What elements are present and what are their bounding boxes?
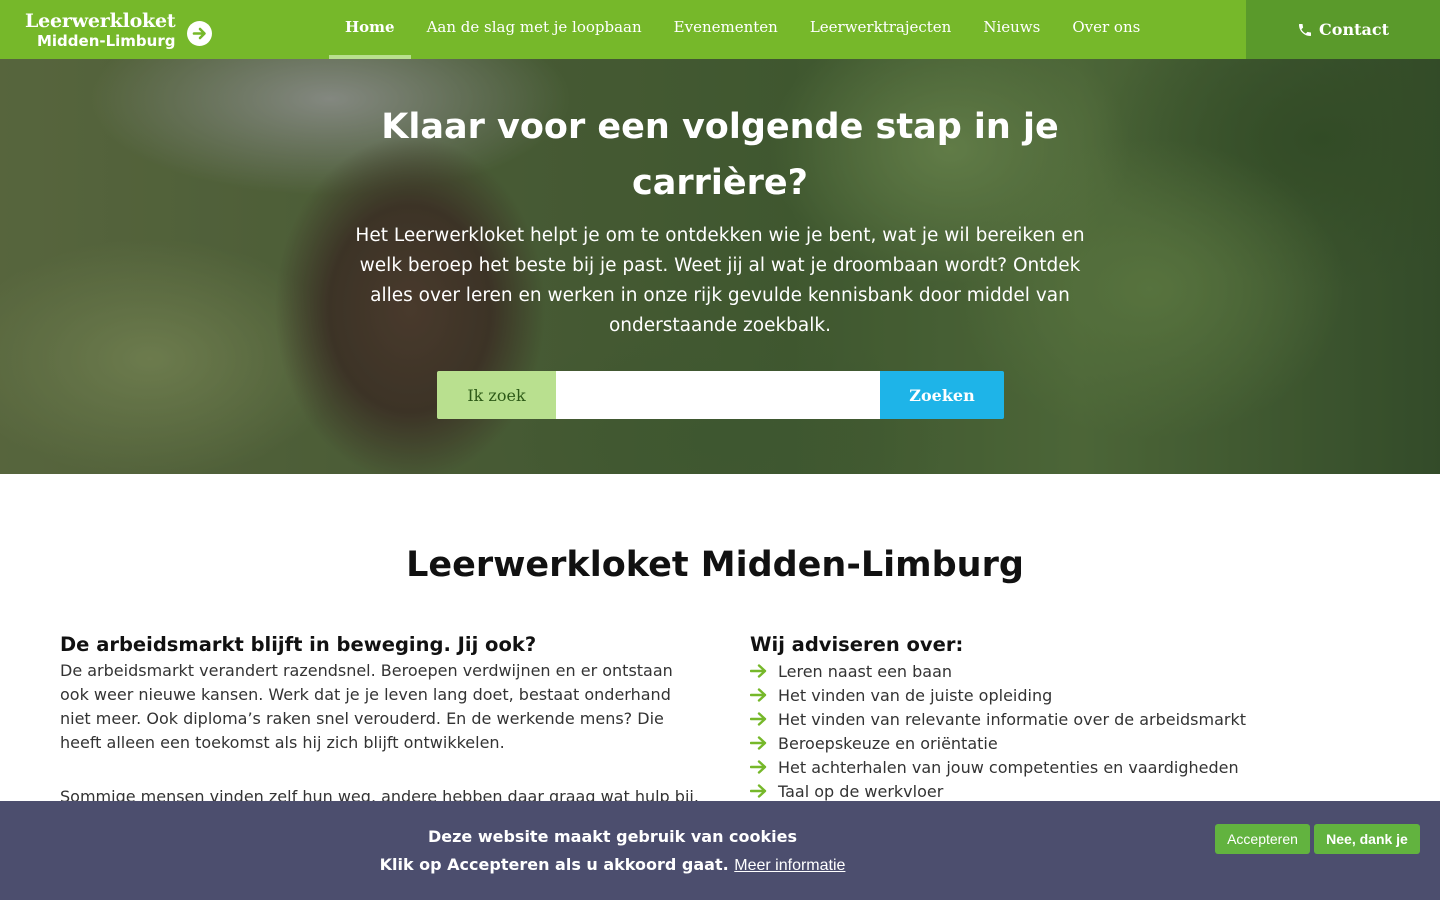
more-info-link[interactable]: Meer informatie: [734, 857, 845, 874]
list-item: Het vinden van de juiste opleiding: [750, 683, 1390, 707]
cookie-banner: Deze website maakt gebruik van cookies K…: [0, 801, 1440, 900]
search-form: Ik zoek Zoeken: [437, 371, 1004, 419]
arrow-right-icon: [750, 784, 778, 798]
search-label: Ik zoek: [437, 371, 556, 419]
decline-cookies-button[interactable]: Nee, dank je: [1314, 824, 1420, 854]
arrow-right-icon: [750, 664, 778, 678]
advice-column: Wij adviseren over: Leren naast een baan…: [750, 632, 1390, 803]
arrow-right-icon: [750, 688, 778, 702]
list-item: Leren naast een baan: [750, 659, 1390, 683]
hero-text: Het Leerwerkloket helpt je om te ontdekk…: [355, 225, 1085, 336]
list-item-label: Leren naast een baan: [778, 661, 953, 681]
arrow-right-icon: [750, 736, 778, 750]
accept-cookies-button[interactable]: Accepteren: [1215, 824, 1310, 854]
list-item-label: Beroepskeuze en oriëntatie: [778, 733, 998, 753]
arrow-right-icon: [750, 712, 778, 726]
section-title: Leerwerkloket Midden-Limburg: [406, 545, 1024, 585]
nav-item-leerwerktrajecten[interactable]: Leerwerktrajecten: [794, 0, 968, 59]
list-item-label: Taal op de werkvloer: [778, 781, 944, 801]
intro-column: De arbeidsmarkt blijft in beweging. Jij …: [60, 632, 700, 809]
nav-item-home[interactable]: Home: [329, 0, 411, 59]
cookie-line1: Deze website maakt gebruik van cookies: [427, 827, 798, 846]
list-item-label: Het vinden van relevante informatie over…: [778, 709, 1247, 729]
intro-paragraph: De arbeidsmarkt verandert razendsnel. Be…: [60, 661, 673, 752]
arrow-right-circle-icon: [186, 20, 212, 46]
contact-label: Contact: [1319, 20, 1389, 39]
nav-item-nieuws[interactable]: Nieuws: [967, 0, 1056, 59]
advice-list: Leren naast een baan Het vinden van de j…: [750, 659, 1390, 803]
list-item: Het vinden van relevante informatie over…: [750, 707, 1390, 731]
phone-icon: [1299, 23, 1312, 36]
nav-item-over-ons[interactable]: Over ons: [1056, 0, 1156, 59]
cookie-line2: Klik op Accepteren als u akkoord gaat.: [379, 855, 729, 874]
hero-title: Klaar voor een volgende stap in je carri…: [381, 107, 1059, 203]
list-item-label: Het achterhalen van jouw competenties en…: [778, 757, 1239, 777]
logo-line1: Leerwerkloket: [25, 9, 176, 32]
arrow-right-icon: [750, 760, 778, 774]
main-nav: Home Aan de slag met je loopbaan Eveneme…: [329, 0, 1156, 59]
list-item-label: Het vinden van de juiste opleiding: [778, 685, 1053, 705]
search-input[interactable]: [556, 371, 880, 419]
nav-item-evenementen[interactable]: Evenementen: [658, 0, 794, 59]
list-item: Taal op de werkvloer: [750, 779, 1390, 803]
cookie-line2-wrap: Klik op Accepteren als u akkoord gaat. M…: [0, 851, 1225, 880]
logo[interactable]: Leerwerkloket Midden-Limburg: [25, 8, 212, 52]
list-item: Het achterhalen van jouw competenties en…: [750, 755, 1390, 779]
list-item: Beroepskeuze en oriëntatie: [750, 731, 1390, 755]
nav-item-loopbaan[interactable]: Aan de slag met je loopbaan: [411, 0, 658, 59]
hero-banner: Klaar voor een volgende stap in je carri…: [0, 59, 1440, 474]
cookie-message: Deze website maakt gebruik van cookies K…: [0, 823, 1225, 880]
logo-text: Leerwerkloket Midden-Limburg: [25, 9, 176, 50]
intro-heading: De arbeidsmarkt blijft in beweging. Jij …: [60, 633, 537, 656]
search-button[interactable]: Zoeken: [880, 371, 1004, 419]
site-header: Leerwerkloket Midden-Limburg Home Aan de…: [0, 0, 1440, 59]
advice-heading: Wij adviseren over:: [750, 633, 964, 656]
logo-line2: Midden-Limburg: [36, 31, 176, 50]
contact-button[interactable]: Contact: [1246, 0, 1440, 59]
